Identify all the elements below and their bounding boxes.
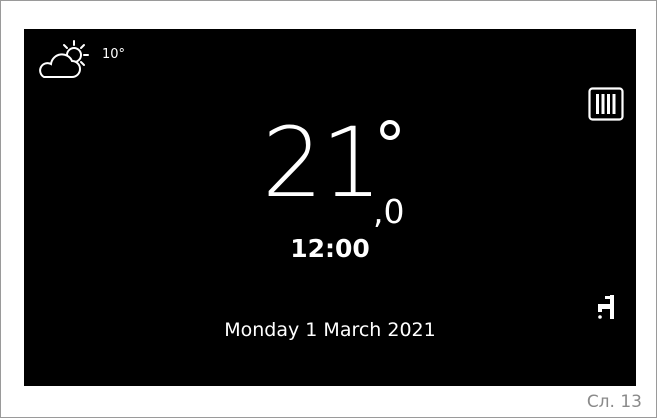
figure-frame: 10° 21 ° ,0 12:00 Monday 1 March 2021 Сл… (0, 0, 657, 418)
figure-caption: Сл. 13 (586, 392, 642, 412)
clock-time[interactable]: 12:00 (24, 234, 636, 263)
display-screen: 10° 21 ° ,0 12:00 Monday 1 March 2021 (24, 29, 636, 386)
current-date: Monday 1 March 2021 (224, 319, 436, 341)
radiator-icon[interactable] (588, 87, 624, 121)
outdoor-temperature: 10° (102, 47, 126, 62)
room-temperature-decimal: ,0 (373, 192, 405, 231)
partly-cloudy-sun-icon (38, 37, 98, 81)
room-temperature-degree: ° (374, 110, 406, 184)
room-temperature-integer: 21 (262, 107, 382, 219)
